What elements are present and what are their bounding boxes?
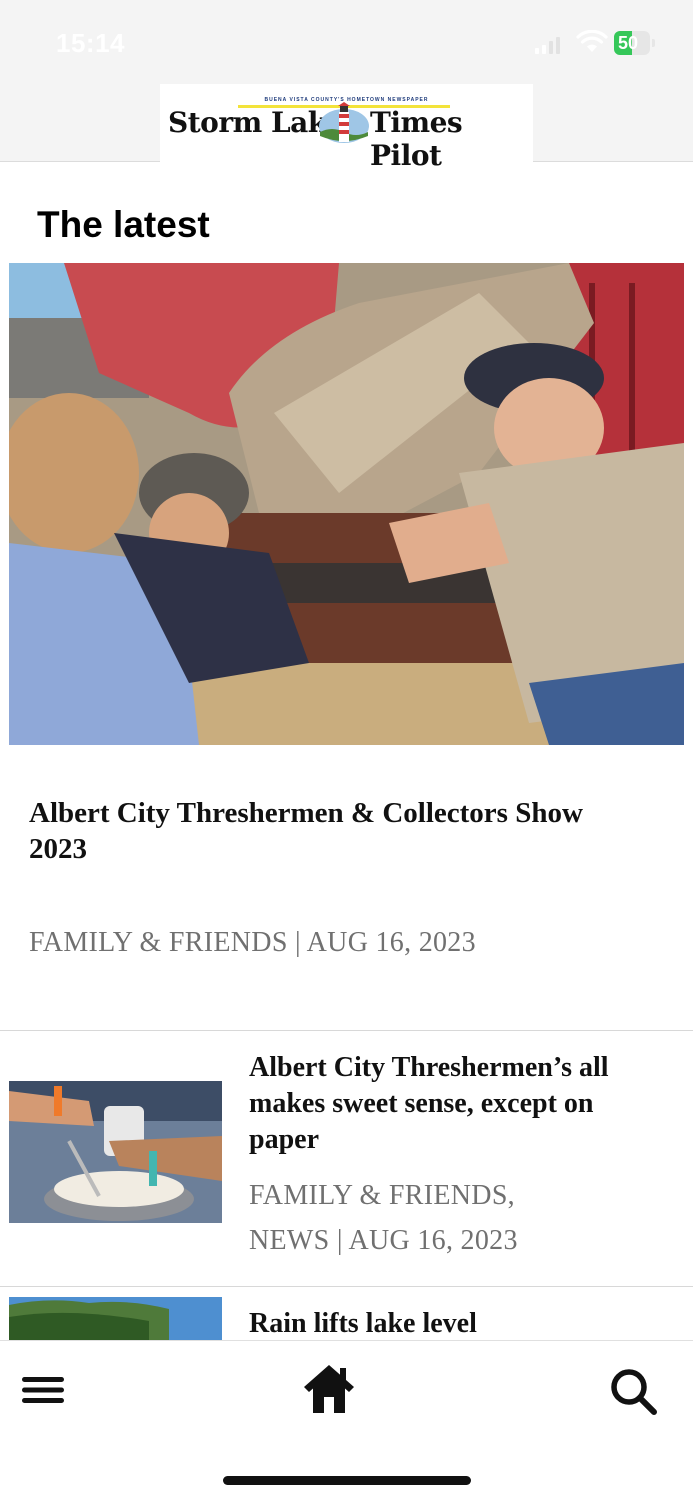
- battery-cap: [652, 39, 655, 47]
- home-icon[interactable]: [302, 1363, 356, 1415]
- battery-icon: 50: [614, 31, 656, 55]
- battery-level: 50: [617, 33, 639, 53]
- lighthouse-emblem-icon: [319, 102, 369, 143]
- menu-icon[interactable]: [22, 1375, 64, 1405]
- section-title: The latest: [37, 204, 210, 245]
- home-indicator: [223, 1476, 471, 1485]
- hero-article-image[interactable]: [9, 263, 684, 745]
- hero-headline[interactable]: Albert City Threshermen & Collectors Sho…: [29, 795, 639, 867]
- wifi-icon: [576, 30, 608, 52]
- article-headline[interactable]: Albert City Threshermen’s all makes swee…: [249, 1050, 649, 1158]
- article-meta-line2: NEWS | AUG 16, 2023: [249, 1225, 518, 1256]
- ice-cream-photo: [9, 1081, 222, 1223]
- divider: [0, 1030, 693, 1031]
- article-thumbnail[interactable]: [9, 1297, 222, 1340]
- article-thumbnail[interactable]: [9, 1081, 222, 1223]
- hero-meta: FAMILY & FRIENDS | AUG 16, 2023: [29, 927, 476, 958]
- lake-photo: [9, 1297, 222, 1340]
- status-time: 15:14: [56, 28, 125, 58]
- app-header: 15:14 50 BUENA VISTA COUNTY'S HOMETOWN N…: [0, 0, 693, 172]
- threshing-machine-photo: [9, 263, 684, 745]
- masthead-logo[interactable]: BUENA VISTA COUNTY'S HOMETOWN NEWSPAPER …: [160, 84, 533, 172]
- divider: [0, 1286, 693, 1287]
- masthead-name-right: Times Pilot: [370, 106, 463, 172]
- article-headline[interactable]: Rain lifts lake level: [249, 1306, 649, 1342]
- search-icon[interactable]: [609, 1367, 657, 1415]
- battery-body: 50: [614, 31, 650, 55]
- signal-icon: [535, 37, 560, 54]
- article-meta-line1: FAMILY & FRIENDS,: [249, 1180, 515, 1211]
